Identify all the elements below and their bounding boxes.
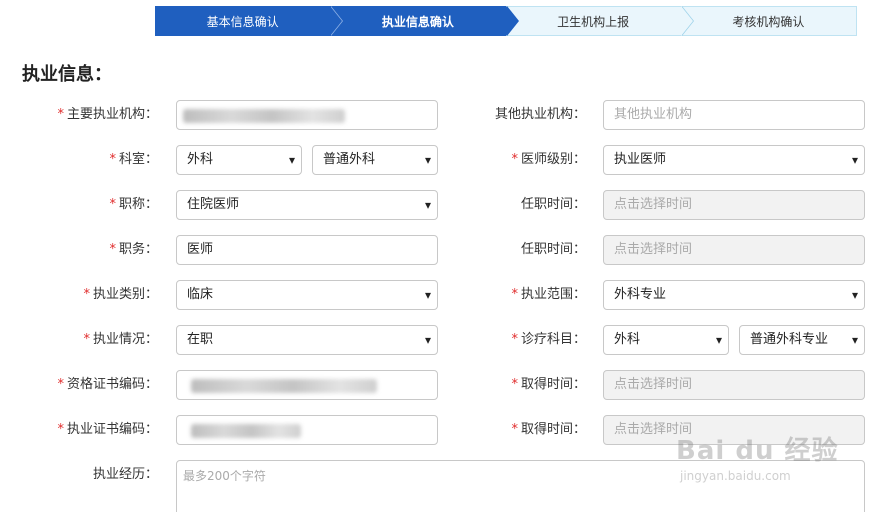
practice-scope-label: * 执业范围： <box>511 287 586 302</box>
practice-cert-time-label: * 取得时间： <box>511 422 586 437</box>
position-input[interactable]: 医师 <box>176 235 438 265</box>
step-practice-info[interactable]: 执业信息确认 <box>330 6 519 36</box>
doctor-level-label: * 医师级别： <box>511 152 586 167</box>
title-select[interactable]: 住院医师 <box>176 190 438 220</box>
practice-status-select[interactable]: 在职 <box>176 325 438 355</box>
step-arrow <box>505 6 518 36</box>
step-arrow <box>680 6 693 36</box>
step-health-report[interactable]: 卫生机构上报 <box>505 6 694 36</box>
redacted-value <box>191 424 301 438</box>
sub-department-select[interactable]: 普通外科 <box>312 145 438 175</box>
position-label: * 职务： <box>109 242 158 257</box>
main-institution-input[interactable] <box>176 100 438 130</box>
department-label: * 科室： <box>109 152 158 167</box>
baidu-jingyan-watermark: Bai du 经验 jingyan.baidu.com <box>676 436 839 483</box>
step-arrow <box>330 6 343 36</box>
practice-category-label: * 执业类别： <box>83 287 158 302</box>
redacted-value <box>183 109 345 123</box>
doctor-level-select[interactable]: 执业医师 <box>603 145 865 175</box>
practice-category-select[interactable]: 临床 <box>176 280 438 310</box>
title-label: * 职称： <box>109 197 158 212</box>
step-basic-info[interactable]: 基本信息确认 <box>155 6 344 36</box>
diagnosis-subject-select[interactable]: 外科 <box>603 325 729 355</box>
qualification-cert-input[interactable] <box>176 370 438 400</box>
other-institution-label: 其他执业机构： <box>494 107 586 122</box>
diagnosis-sub-subject-select[interactable]: 普通外科专业 <box>739 325 865 355</box>
position-time-label: 任职时间： <box>520 242 586 257</box>
practice-cert-input[interactable] <box>176 415 438 445</box>
diagnosis-subject-label: * 诊疗科目： <box>511 332 586 347</box>
qualification-time-label: * 取得时间： <box>511 377 586 392</box>
main-institution-label: * 主要执业机构： <box>57 107 158 122</box>
other-institution-input[interactable]: 其他执业机构 <box>603 100 865 130</box>
section-title: 执业信息： <box>22 64 112 85</box>
step-label: 卫生机构上报 <box>557 15 630 29</box>
experience-label: 执业经历： <box>92 467 158 482</box>
qualification-time-picker[interactable]: 点击选择时间 <box>603 370 865 400</box>
practice-scope-select[interactable]: 外科专业 <box>603 280 865 310</box>
practice-cert-label: * 执业证书编码： <box>57 422 158 437</box>
step-label: 执业信息确认 <box>381 15 454 29</box>
position-time-picker[interactable]: 点击选择时间 <box>603 235 865 265</box>
title-time-label: 任职时间： <box>520 197 586 212</box>
practice-status-label: * 执业情况： <box>83 332 158 347</box>
title-time-picker[interactable]: 点击选择时间 <box>603 190 865 220</box>
step-label: 基本信息确认 <box>206 15 279 29</box>
progress-steps: 基本信息确认 执业信息确认 卫生机构上报 考核机构确认 <box>155 6 857 36</box>
redacted-value <box>191 379 377 393</box>
step-label: 考核机构确认 <box>732 15 805 29</box>
step-assessment-confirm[interactable]: 考核机构确认 <box>680 6 857 36</box>
qualification-cert-label: * 资格证书编码： <box>57 377 158 392</box>
department-select[interactable]: 外科 <box>176 145 302 175</box>
